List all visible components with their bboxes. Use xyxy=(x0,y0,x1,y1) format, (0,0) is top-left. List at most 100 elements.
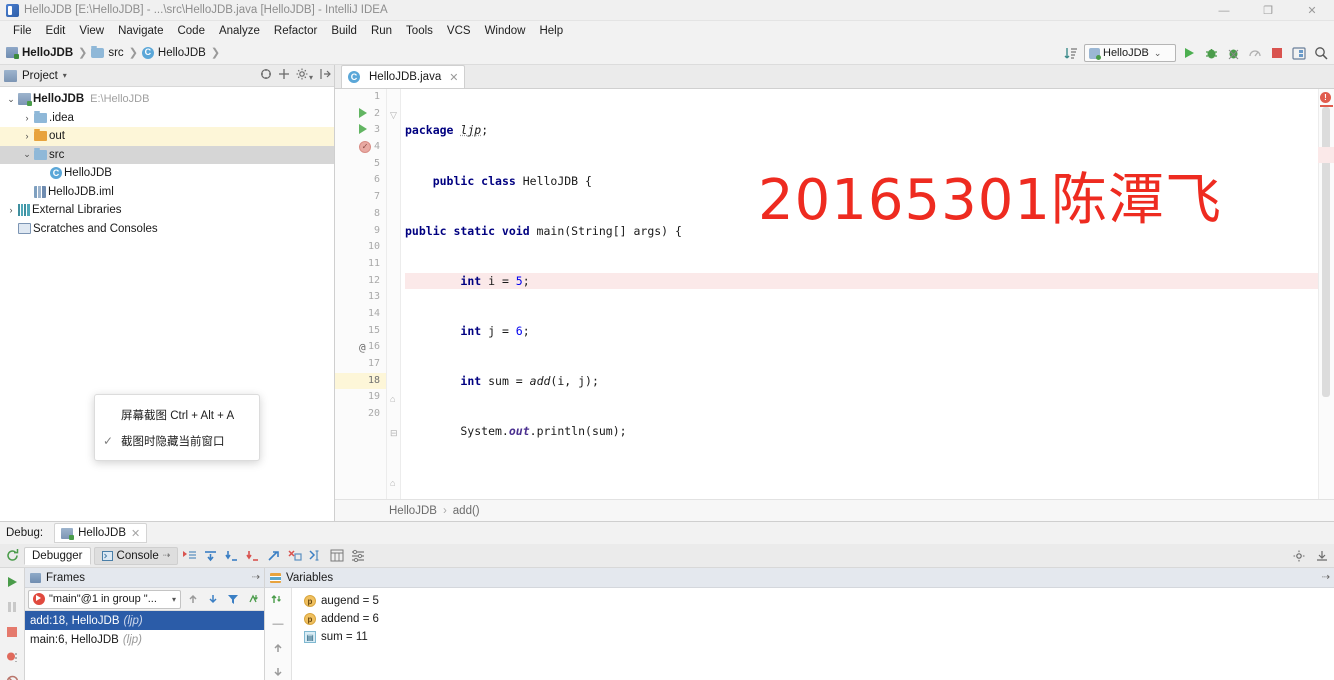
hide-debug-panel-icon[interactable] xyxy=(1313,547,1330,564)
fold-marker-line3[interactable]: ▽ xyxy=(390,111,399,120)
frame-row[interactable]: main:6, HelloJDB (ljp) xyxy=(25,630,264,649)
hide-panel-icon[interactable] xyxy=(319,68,331,83)
nav-crumb-class[interactable]: C HelloJDB ❯ xyxy=(141,46,224,59)
resume-program-icon[interactable] xyxy=(4,573,21,590)
error-badge[interactable]: ! xyxy=(1320,92,1331,103)
settings-gear-icon[interactable] xyxy=(1291,547,1308,564)
tree-item-external-libraries[interactable]: › External Libraries xyxy=(0,201,334,220)
run-button[interactable] xyxy=(1180,44,1198,62)
debug-button[interactable] xyxy=(1202,44,1220,62)
frames-settings-icon[interactable] xyxy=(244,591,261,608)
frame-up-icon[interactable] xyxy=(184,591,201,608)
search-icon[interactable] xyxy=(1312,44,1330,62)
pause-program-icon[interactable] xyxy=(4,598,21,615)
profile-icon[interactable] xyxy=(1246,44,1264,62)
sort-icon[interactable] xyxy=(1062,44,1080,62)
menu-item-build[interactable]: Build xyxy=(324,24,364,38)
menu-item-edit[interactable]: Edit xyxy=(39,24,73,38)
run-coverage-button[interactable] xyxy=(1224,44,1242,62)
stop-button[interactable] xyxy=(1268,44,1286,62)
move-watch-up-icon[interactable] xyxy=(271,640,286,655)
menu-item-window[interactable]: Window xyxy=(478,24,533,38)
gutter-line-14[interactable]: 14 xyxy=(335,306,386,323)
tree-item-src[interactable]: ⌄ src xyxy=(0,145,334,164)
breadcrumb-method[interactable]: add() xyxy=(453,505,480,517)
menu-item-code[interactable]: Code xyxy=(170,24,212,38)
filter-frames-icon[interactable] xyxy=(224,591,241,608)
gutter-line-4[interactable]: 4 ✓ xyxy=(335,139,386,156)
remove-watch-icon[interactable]: — xyxy=(271,616,286,631)
gutter-line-1[interactable]: 1 xyxy=(335,89,386,106)
tree-item-out[interactable]: › out xyxy=(0,127,334,146)
gutter-line-10[interactable]: 10 xyxy=(335,239,386,256)
menu-item-analyze[interactable]: Analyze xyxy=(212,24,267,38)
frame-row[interactable]: add:18, HelloJDB (ljp) xyxy=(25,611,264,630)
collapse-all-icon[interactable] xyxy=(278,68,290,83)
gutter-line-3[interactable]: 3 xyxy=(335,122,386,139)
tree-expand-arrow[interactable]: › xyxy=(20,131,34,141)
run-to-cursor-icon[interactable] xyxy=(307,547,324,564)
gutter-line-18[interactable]: 18 xyxy=(335,372,386,390)
step-into-icon[interactable] xyxy=(223,547,240,564)
tab-console[interactable]: Console ⇢ xyxy=(93,546,179,565)
maximize-button[interactable]: ❐ xyxy=(1246,0,1290,21)
tree-item-hellojdb-iml[interactable]: HelloJDB.iml xyxy=(0,183,334,202)
variable-row[interactable]: p augend = 5 xyxy=(292,592,1334,610)
gutter-line-17[interactable]: 17 xyxy=(335,356,386,373)
frame-down-icon[interactable] xyxy=(204,591,221,608)
chevron-down-icon[interactable]: ▾ xyxy=(63,71,67,80)
gutter-line-7[interactable]: 7 xyxy=(335,189,386,206)
menu-item-help[interactable]: Help xyxy=(532,24,570,38)
gutter-line-5[interactable]: 5 xyxy=(335,156,386,173)
chevron-down-icon[interactable]: ▾ xyxy=(172,595,176,604)
tab-debugger[interactable]: Debugger xyxy=(24,546,91,565)
tree-item-idea[interactable]: › .idea xyxy=(0,109,334,128)
drop-frame-icon[interactable] xyxy=(286,547,303,564)
close-icon[interactable]: ✕ xyxy=(449,71,458,84)
gutter-line-20[interactable]: 20 xyxy=(335,406,386,423)
gutter-line-15[interactable]: 15 xyxy=(335,323,386,340)
menu-item-vcs[interactable]: VCS xyxy=(440,24,478,38)
menu-item-file[interactable]: File xyxy=(6,24,39,38)
frames-list[interactable]: add:18, HelloJDB (ljp) main:6, HelloJDB (lj… xyxy=(25,611,264,680)
stop-program-icon[interactable] xyxy=(4,623,21,640)
thread-selector[interactable]: "main"@1 in group "... ▾ xyxy=(28,589,181,609)
step-out-icon[interactable] xyxy=(265,547,282,564)
move-watch-down-icon[interactable] xyxy=(271,664,286,679)
menu-item-view[interactable]: View xyxy=(72,24,111,38)
force-step-into-icon[interactable] xyxy=(244,547,261,564)
locate-icon[interactable] xyxy=(260,68,272,83)
gutter-line-6[interactable]: 6 xyxy=(335,172,386,189)
tree-expand-arrow[interactable]: › xyxy=(4,205,18,215)
variable-row[interactable]: ▤ sum = 11 xyxy=(292,628,1334,646)
step-over-icon[interactable] xyxy=(202,547,219,564)
variables-list[interactable]: p augend = 5 p addend = 6 ▤ sum = 11 xyxy=(292,588,1334,680)
tree-item-scratches-and-consoles[interactable]: Scratches and Consoles xyxy=(0,220,334,239)
breadcrumb-class[interactable]: HelloJDB xyxy=(389,505,437,517)
popup-item-hide-window[interactable]: ✓ 截图时隐藏当前窗口 xyxy=(95,428,259,454)
run-gutter-icon[interactable] xyxy=(359,107,367,118)
tree-item-hellojdb[interactable]: ⌄ HelloJDB E:\HelloJDB xyxy=(0,90,334,109)
gutter-line-12[interactable]: 12 xyxy=(335,273,386,290)
gutter-line-13[interactable]: 13 xyxy=(335,289,386,306)
nav-crumb-project[interactable]: HelloJDB ❯ xyxy=(6,46,91,59)
gear-icon[interactable]: ▾ xyxy=(296,68,313,83)
close-button[interactable]: ✕ xyxy=(1290,0,1334,21)
run-configuration-selector[interactable]: HelloJDB ⌄ xyxy=(1084,44,1176,62)
nav-crumb-src[interactable]: src ❯ xyxy=(91,45,142,59)
tree-expand-arrow[interactable]: ⌄ xyxy=(4,94,18,105)
breakpoint-icon[interactable]: ✓ xyxy=(359,141,371,154)
editor-tab-hellojdb[interactable]: C HelloJDB.java ✕ xyxy=(341,65,466,88)
fold-column[interactable]: ▽ ⌂ ⊟ ⌂ xyxy=(387,89,401,499)
view-breakpoints-icon[interactable] xyxy=(4,648,21,665)
tree-item-hellojdb[interactable]: C HelloJDB xyxy=(0,164,334,183)
menu-item-refactor[interactable]: Refactor xyxy=(267,24,324,38)
menu-item-tools[interactable]: Tools xyxy=(399,24,440,38)
gutter-line-8[interactable]: 8 xyxy=(335,206,386,223)
tree-expand-arrow[interactable]: › xyxy=(20,113,34,123)
variable-row[interactable]: p addend = 6 xyxy=(292,610,1334,628)
gutter-line-2[interactable]: 2 xyxy=(335,106,386,123)
layout-icon[interactable] xyxy=(1290,44,1308,62)
layout-settings-icon[interactable] xyxy=(349,547,366,564)
gutter-line-16[interactable]: 16 @ xyxy=(335,339,386,356)
